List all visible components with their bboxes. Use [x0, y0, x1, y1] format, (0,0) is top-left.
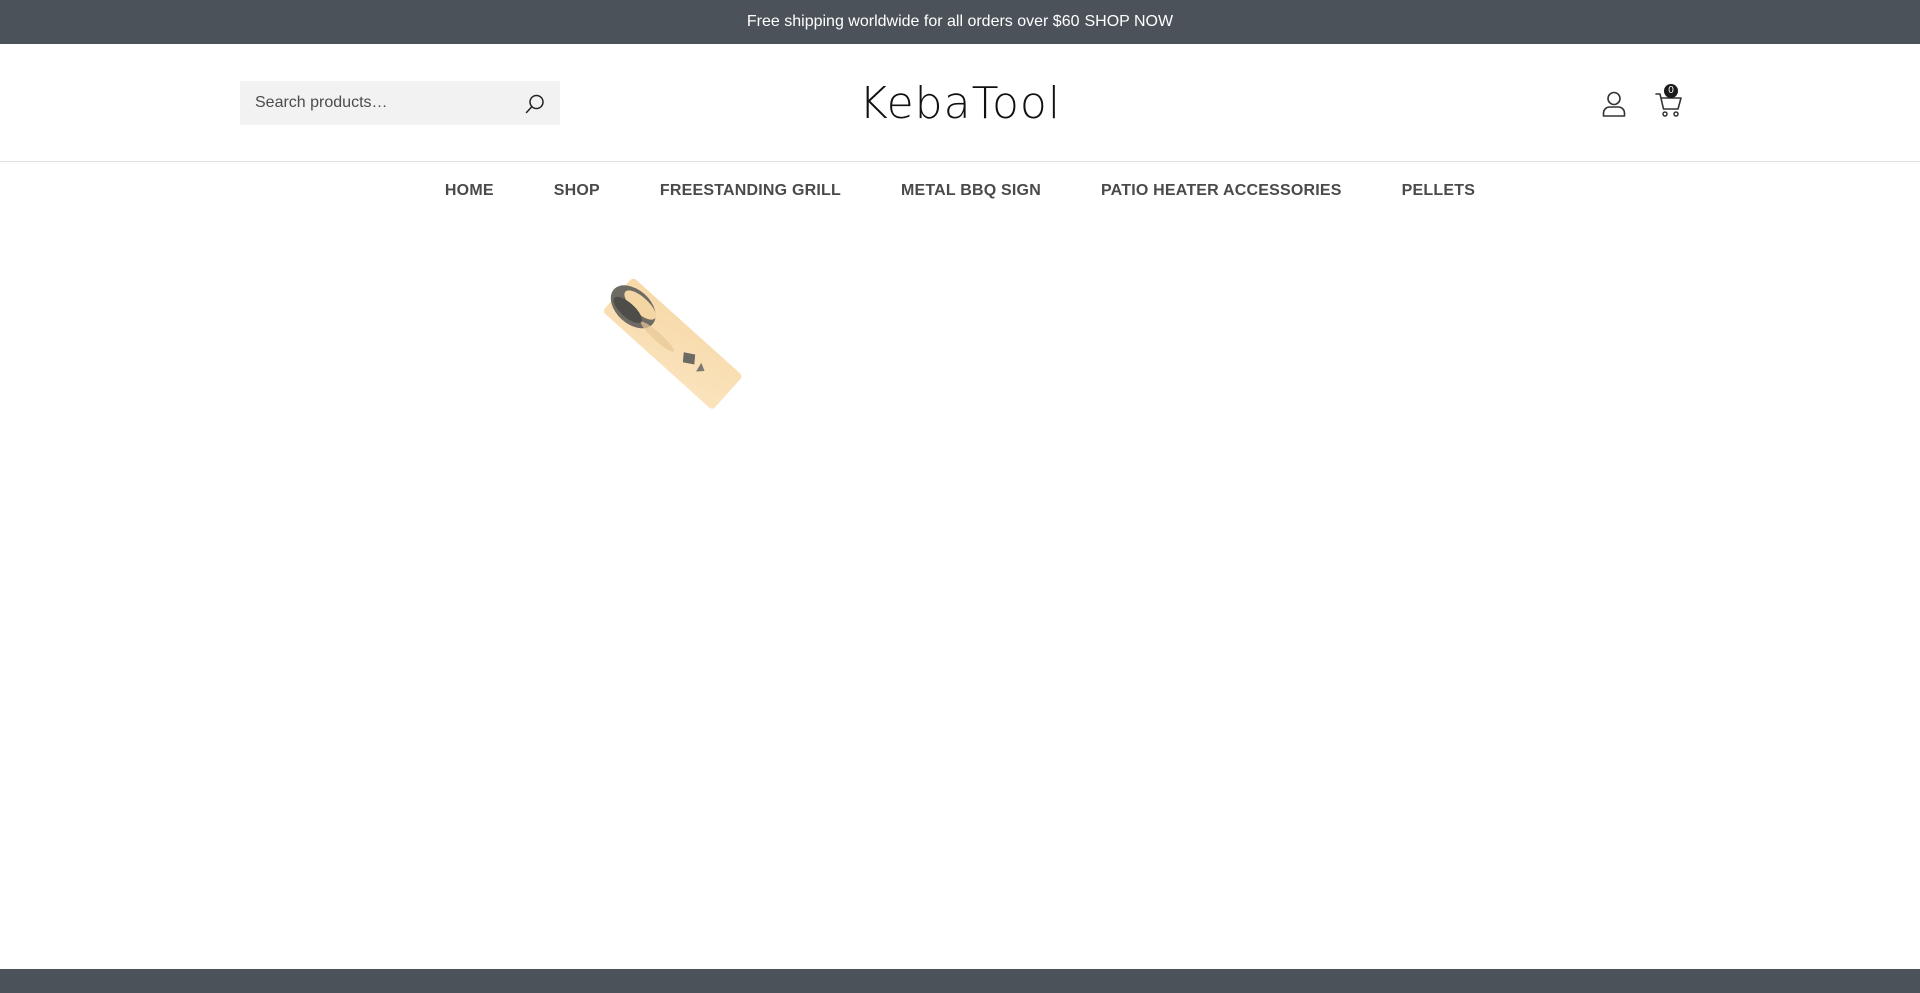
product-image: [540, 220, 760, 440]
main-nav: HOME SHOP FREESTANDING GRILL METAL BBQ S…: [0, 162, 1920, 220]
shop-now-link[interactable]: SHOP NOW: [1085, 13, 1174, 31]
nav-item-pellets[interactable]: PELLETS: [1402, 182, 1475, 200]
site-header: KebaTool 0: [0, 44, 1920, 162]
nav-item-patio-heater-accessories[interactable]: PATIO HEATER ACCESSORIES: [1101, 182, 1342, 200]
nav-item-freestanding-grill[interactable]: FREESTANDING GRILL: [660, 182, 841, 200]
nav-item-shop[interactable]: SHOP: [554, 182, 600, 200]
search-icon[interactable]: [524, 93, 546, 115]
nav-item-home[interactable]: HOME: [445, 182, 494, 200]
search-input[interactable]: [240, 81, 500, 125]
footer-bar: [0, 969, 1920, 993]
announcement-text: Free shipping worldwide for all orders o…: [746, 13, 1080, 30]
site-logo[interactable]: KebaTool: [859, 74, 1060, 132]
search-form: [240, 81, 560, 125]
nav-item-metal-bbq-sign[interactable]: METAL BBQ SIGN: [901, 182, 1041, 200]
announcement-bar: Free shipping worldwide for all orders o…: [0, 0, 1920, 44]
cart-count-badge: 0: [1664, 84, 1678, 98]
user-icon[interactable]: [1601, 90, 1627, 118]
